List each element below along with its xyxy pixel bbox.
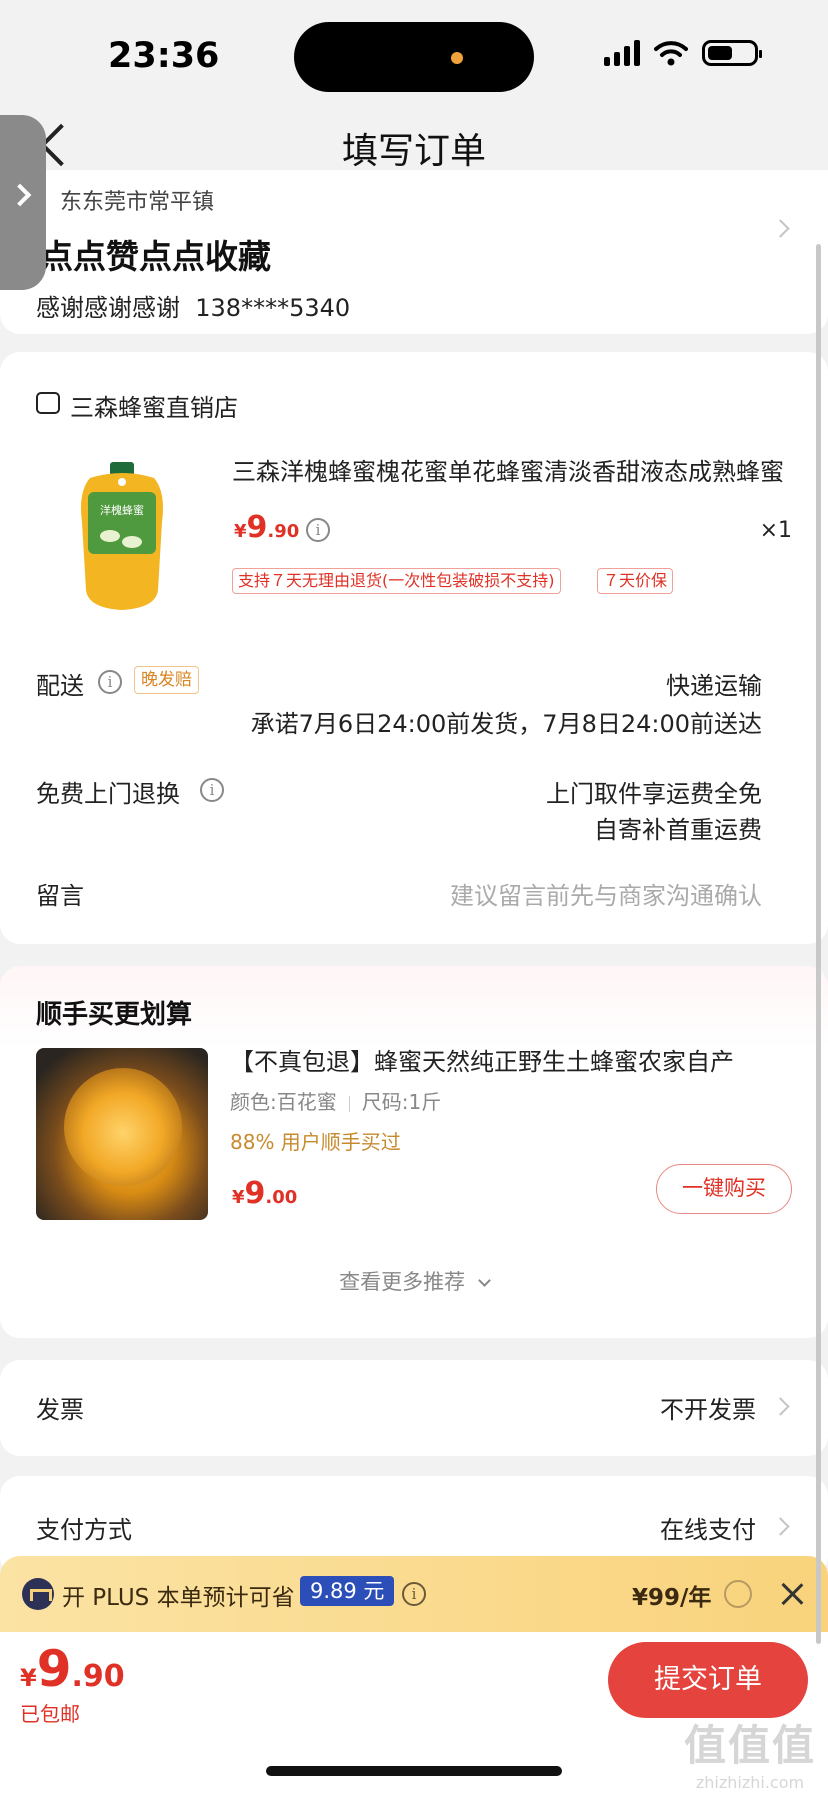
recommend-product-name[interactable]: 【不真包退】蜂蜜天然纯正野生土蜂蜜农家自产: [230, 1042, 790, 1077]
battery-icon: [702, 40, 762, 66]
spec-color: 颜色:百花蜜: [230, 1090, 337, 1114]
watermark: 值值值 zhizhizhi.com: [683, 1721, 816, 1792]
payment-value: 在线支付: [660, 1516, 756, 1544]
recommend-bought-rate: 88% 用户顺手买过: [230, 1130, 401, 1154]
close-icon[interactable]: [778, 1580, 806, 1608]
recommend-product-spec: 颜色:百花蜜 尺码:1斤: [230, 1086, 441, 1115]
submit-order-button[interactable]: 提交订单: [608, 1642, 808, 1718]
recommend-card: 顺手买更划算 【不真包退】蜂蜜天然纯正野生土蜂蜜农家自产 颜色:百花蜜 尺码:1斤…: [0, 966, 828, 1338]
quick-buy-button[interactable]: 一键购买: [656, 1164, 792, 1214]
return-policy-tag: 支持７天无理由退货(一次性包装破损不支持): [232, 568, 561, 594]
late-delivery-tag: 晚发赔: [134, 666, 199, 694]
total-price: ¥9.90: [20, 1640, 125, 1698]
plus-save-amount: 9.89 元: [300, 1576, 395, 1606]
recommend-product-image[interactable]: [36, 1048, 208, 1220]
recommend-title: 顺手买更划算: [36, 1000, 193, 1030]
see-more-recommend[interactable]: 查看更多推荐: [0, 1266, 828, 1296]
message-input[interactable]: 建议留言前先与商家沟通确认: [450, 876, 762, 911]
status-bar: 23:36: [0, 0, 828, 112]
chevron-right-icon: [8, 183, 32, 207]
floating-side-tab[interactable]: [0, 115, 46, 290]
contact-name: 感谢感谢感谢: [36, 294, 180, 322]
spec-size: 尺码:1斤: [361, 1090, 442, 1114]
plus-info-icon[interactable]: i: [402, 1582, 426, 1606]
product-price: ¥9.90: [234, 510, 300, 545]
return-label: 免费上门退换: [36, 780, 180, 808]
wifi-icon: [654, 41, 688, 66]
nav-bar: 填写订单: [0, 112, 828, 178]
shop-card: 三森蜂蜜直销店 洋槐蜂蜜 三森洋槐蜂蜜槐花蜜单花蜂蜜清淡香甜液态成熟蜂蜜 ¥9.…: [0, 352, 828, 944]
bottom-bar: ¥9.90 已包邮 提交订单 值值值 zhizhizhi.com: [0, 1632, 828, 1795]
plus-promo-bar[interactable]: 开 PLUS 本单预计可省 9.89 元 i ¥99/年: [0, 1556, 828, 1632]
chevron-down-icon: [477, 1274, 491, 1287]
shop-icon: [36, 392, 60, 414]
message-label: 留言: [36, 882, 84, 910]
invoice-label: 发票: [36, 1396, 84, 1424]
free-shipping-label: 已包邮: [20, 1702, 80, 1726]
delivery-promise: 承诺7月6日24:00前发货，7月8日24:00前送达: [250, 710, 762, 738]
recording-dot-icon: [451, 52, 463, 64]
delivery-label: 配送: [36, 672, 84, 700]
dynamic-island: [294, 22, 534, 92]
invoice-value: 不开发票: [660, 1396, 756, 1424]
chevron-right-icon: [771, 1397, 790, 1416]
plus-price: ¥99/年: [632, 1585, 712, 1611]
plus-select-checkbox[interactable]: [724, 1580, 752, 1608]
address-detail: 点点赞点点收藏: [40, 237, 271, 276]
recommend-price: ¥9.00: [232, 1176, 298, 1211]
product-image[interactable]: 洋槐蜂蜜: [76, 462, 168, 612]
plus-promo-text: 开 PLUS 本单预计可省: [62, 1585, 295, 1611]
home-indicator[interactable]: [266, 1766, 562, 1776]
product-quantity: ×1: [759, 518, 792, 543]
return-line2: 自寄补首重运费: [594, 816, 762, 844]
return-line1: 上门取件享运费全免: [546, 780, 762, 808]
chevron-right-icon: [771, 1517, 790, 1536]
chevron-right-icon: [771, 219, 790, 238]
page-title: 填写订单: [341, 131, 486, 172]
delivery-info-icon[interactable]: i: [98, 670, 122, 694]
product-title[interactable]: 三森洋槐蜂蜜槐花蜜单花蜂蜜清淡香甜液态成熟蜂蜜: [232, 452, 792, 487]
address-card[interactable]: 东东莞市常平镇 点点赞点点收藏 感谢感谢感谢 138****5340: [0, 170, 828, 334]
scrollbar[interactable]: [816, 244, 821, 1644]
address-region: 东东莞市常平镇: [60, 190, 215, 215]
address-contact: 感谢感谢感谢 138****5340: [36, 288, 350, 323]
payment-label: 支付方式: [36, 1516, 132, 1544]
shop-name[interactable]: 三森蜂蜜直销店: [70, 388, 238, 423]
crown-icon: [22, 1578, 54, 1610]
contact-phone: 138****5340: [195, 294, 351, 322]
status-time: 23:36: [108, 36, 220, 76]
return-info-icon[interactable]: i: [200, 778, 224, 802]
signal-icon: [604, 40, 640, 66]
invoice-row[interactable]: 发票 不开发票: [0, 1360, 828, 1456]
price-protect-tag: ７天价保: [597, 568, 674, 594]
delivery-method[interactable]: 快递运输: [666, 666, 762, 701]
price-info-icon[interactable]: i: [306, 518, 330, 542]
product-image-label: 洋槐蜂蜜: [100, 503, 144, 517]
